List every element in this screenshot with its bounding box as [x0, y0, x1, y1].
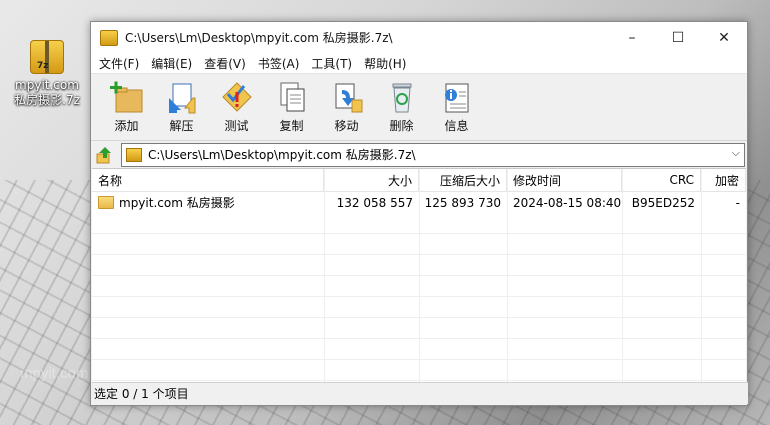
row-size: 132 058 557 [336, 195, 413, 210]
menu-file[interactable]: 文件(F) [93, 55, 145, 72]
move-button[interactable]: 移动 [319, 74, 374, 134]
extract-label: 解压 [169, 119, 194, 133]
column-header-encrypted[interactable]: 加密 [701, 169, 746, 191]
row-modified: 2024-08-15 08:40 [513, 195, 622, 210]
add-icon [109, 80, 144, 114]
column-header-packed-size[interactable]: 压缩后大小 [419, 169, 507, 191]
row-crc: B95ED252 [631, 195, 695, 210]
row-name-cell: mpyit.com 私房摄影 [92, 192, 324, 213]
address-bar: C:\Users\Lm\Desktop\mpyit.com 私房摄影.7z\ ⌵ [91, 141, 747, 168]
move-label: 移动 [334, 119, 359, 133]
menu-view[interactable]: 查看(V) [198, 55, 252, 72]
delete-button[interactable]: 删除 [374, 74, 429, 134]
copy-button[interactable]: 复制 [264, 74, 319, 134]
menu-help[interactable]: 帮助(H) [358, 55, 412, 72]
close-button[interactable]: ✕ [701, 22, 747, 53]
menu-bookmarks[interactable]: 书签(A) [252, 55, 306, 72]
folder-icon [98, 196, 114, 209]
7zip-app-icon [100, 29, 118, 46]
path-field[interactable]: C:\Users\Lm\Desktop\mpyit.com 私房摄影.7z\ ⌵ [121, 142, 745, 167]
status-bar: 选定 0 / 1 个项目 [92, 382, 748, 404]
desktop-icon-label-line2: 私房摄影.7z [14, 93, 80, 107]
recycle-bin-icon [385, 80, 419, 114]
file-manager-window: C:\Users\Lm\Desktop\mpyit.com 私房摄影.7z\ –… [90, 21, 748, 406]
column-header-crc[interactable]: CRC [622, 169, 701, 191]
row-name: mpyit.com 私房摄影 [119, 196, 235, 210]
copy-icon [275, 80, 309, 114]
path-text: C:\Users\Lm\Desktop\mpyit.com 私房摄影.7z\ [148, 148, 416, 162]
file-list: 名称 大小 压缩后大小 修改时间 CRC 加密 mpyit.com 私房摄影 1… [92, 168, 746, 382]
copy-label: 复制 [279, 119, 304, 133]
up-arrow-icon [96, 146, 111, 163]
info-label: 信息 [444, 119, 469, 133]
menu-tools[interactable]: 工具(T) [305, 55, 358, 72]
row-packed-size: 125 893 730 [424, 195, 501, 210]
info-icon [440, 80, 474, 114]
archive-file-icon [30, 40, 64, 74]
move-icon [330, 80, 364, 114]
maximize-button[interactable]: ☐ [655, 22, 701, 53]
row-gridlines [92, 213, 746, 382]
column-header-modified[interactable]: 修改时间 [507, 169, 622, 191]
minimize-button[interactable]: – [609, 22, 655, 53]
title-bar[interactable]: C:\Users\Lm\Desktop\mpyit.com 私房摄影.7z\ –… [91, 22, 747, 53]
up-folder-button[interactable] [95, 145, 115, 165]
row-encrypted: - [735, 195, 740, 210]
test-button[interactable]: 测试 [209, 74, 264, 134]
archive-small-icon [126, 147, 142, 162]
desktop-archive-icon[interactable]: mpyit.com 私房摄影.7z [6, 40, 88, 108]
window-title: C:\Users\Lm\Desktop\mpyit.com 私房摄影.7z\ [125, 31, 393, 45]
extract-button[interactable]: 解压 [154, 74, 209, 134]
toolbar: 添加 解压 测试 复制 移动 删除 信息 [91, 74, 747, 141]
chevron-down-icon[interactable]: ⌵ [732, 146, 740, 160]
add-button[interactable]: 添加 [99, 74, 154, 134]
status-text: 选定 0 / 1 个项目 [94, 387, 189, 401]
test-icon [220, 80, 254, 114]
menu-edit[interactable]: 编辑(E) [145, 55, 198, 72]
column-header-size[interactable]: 大小 [324, 169, 419, 191]
desktop-icon-label-line1: mpyit.com [15, 78, 79, 92]
info-button[interactable]: 信息 [429, 74, 484, 134]
menu-bar: 文件(F) 编辑(E) 查看(V) 书签(A) 工具(T) 帮助(H) [91, 53, 747, 74]
test-label: 测试 [224, 119, 249, 133]
add-label: 添加 [114, 119, 139, 133]
extract-icon [165, 80, 199, 114]
column-header-name[interactable]: 名称 [92, 169, 324, 191]
delete-label: 删除 [389, 119, 414, 133]
